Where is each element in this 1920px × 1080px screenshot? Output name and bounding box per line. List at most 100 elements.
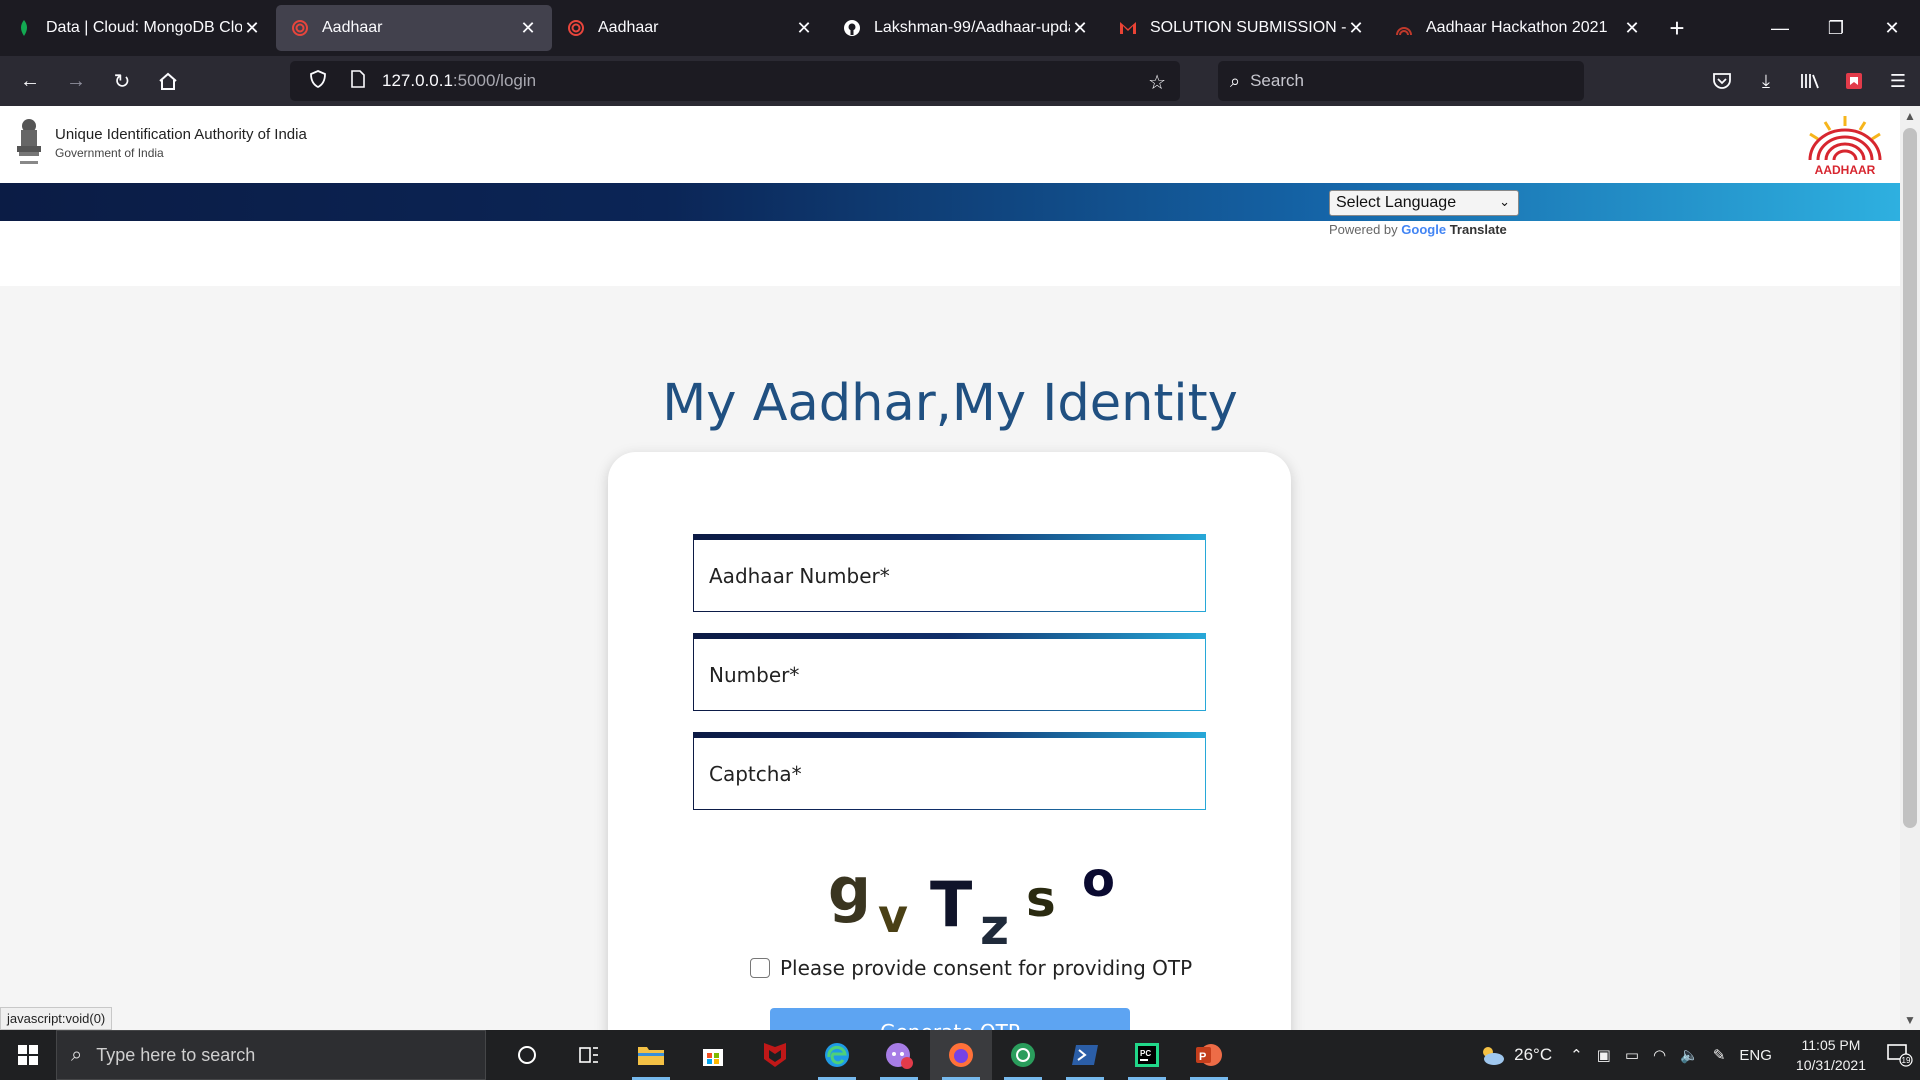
home-icon[interactable] — [146, 61, 190, 101]
url-bar[interactable]: 127.0.0.1:5000/login ☆ — [290, 61, 1180, 101]
reload-icon[interactable]: ↻ — [100, 61, 144, 101]
tray-overflow-icon[interactable]: ⌃ — [1570, 1046, 1583, 1064]
tab-title: Aadhaar — [598, 19, 659, 36]
notification-center-icon[interactable]: 19 — [1880, 1043, 1920, 1067]
close-icon[interactable]: ✕ — [1622, 18, 1642, 39]
edge-icon[interactable] — [806, 1030, 868, 1080]
windows-start-icon[interactable] — [0, 1030, 56, 1080]
tab-aadhaar[interactable]: Aadhaar ✕ — [552, 5, 828, 51]
captcha-char: v — [878, 889, 908, 943]
aadhaar-icon — [292, 20, 308, 36]
discord-icon[interactable] — [868, 1030, 930, 1080]
weather-cloud-icon — [1483, 1047, 1505, 1065]
close-window-icon[interactable]: ✕ — [1864, 0, 1920, 56]
header-gradient-band — [0, 183, 1900, 221]
tab-mongodb[interactable]: Data | Cloud: MongoDB Cloud ✕ — [0, 5, 276, 51]
page-info-icon[interactable] — [346, 69, 370, 93]
generate-otp-button[interactable]: Generate OTP — [770, 1008, 1130, 1030]
close-icon[interactable]: ✕ — [1346, 18, 1366, 39]
taskbar-clock[interactable]: 11:05 PM 10/31/2021 — [1796, 1035, 1866, 1075]
meet-now-icon[interactable]: ▣ — [1597, 1046, 1611, 1064]
svg-text:PC: PC — [1140, 1049, 1151, 1058]
aadhaar-number-placeholder: Aadhaar Number* — [709, 564, 890, 588]
google-wordmark[interactable]: Google — [1401, 222, 1446, 237]
download-icon[interactable]: ⤓ — [1744, 61, 1788, 101]
cortana-icon[interactable] — [496, 1030, 558, 1080]
tab-github[interactable]: Lakshman-99/Aadhaar-update ✕ — [828, 5, 1104, 51]
page-scrollbar[interactable]: ▲ ▼ — [1900, 106, 1920, 1030]
shield-icon[interactable] — [306, 69, 330, 93]
menu-icon[interactable]: ☰ — [1876, 61, 1920, 101]
language-select-value: Select Language — [1336, 194, 1457, 211]
consent-checkbox[interactable] — [750, 958, 770, 978]
page-viewport: Unique Identification Authority of India… — [0, 106, 1900, 1030]
firefox-icon[interactable] — [930, 1030, 992, 1080]
captcha-char: T — [930, 868, 972, 941]
weather-widget[interactable]: 26°C — [1478, 1044, 1552, 1066]
taskbar-search-placeholder: Type here to search — [96, 1044, 256, 1065]
org-name: Unique Identification Authority of India — [55, 126, 307, 143]
aadhaar-number-input[interactable]: Aadhaar Number* — [693, 534, 1206, 612]
bookmark-star-icon[interactable]: ☆ — [1148, 70, 1166, 95]
scrollbar-thumb[interactable] — [1903, 128, 1917, 828]
scroll-up-icon[interactable]: ▲ — [1900, 106, 1920, 126]
powered-by-google: Powered by Google Translate — [1329, 222, 1507, 237]
extension-icon[interactable] — [1832, 61, 1876, 101]
consent-label: Please provide consent for providing OTP — [780, 956, 1193, 980]
powershell-icon[interactable] — [1054, 1030, 1116, 1080]
pocket-icon[interactable] — [1700, 61, 1744, 101]
captcha-image: g v T z s o — [828, 860, 1115, 952]
tab-aadhaar-active[interactable]: Aadhaar ✕ — [276, 5, 552, 51]
svg-text:P: P — [1199, 1051, 1206, 1063]
chatgpt-like-icon[interactable] — [992, 1030, 1054, 1080]
minimize-icon[interactable]: — — [1752, 0, 1808, 56]
chevron-down-icon: ⌄ — [1499, 194, 1510, 209]
back-icon[interactable]: ← — [8, 61, 52, 101]
search-icon: ⌕ — [71, 1043, 83, 1066]
close-icon[interactable]: ✕ — [242, 18, 262, 39]
mcafee-icon[interactable] — [744, 1030, 806, 1080]
file-explorer-icon[interactable] — [620, 1030, 682, 1080]
url-host: 127.0.0.1 — [382, 71, 453, 90]
forward-icon[interactable]: → — [54, 61, 98, 101]
input-language[interactable]: ENG — [1739, 1047, 1772, 1064]
captcha-input[interactable]: Captcha* — [693, 732, 1206, 810]
library-icon[interactable] — [1788, 61, 1832, 101]
battery-icon[interactable]: ▭ — [1625, 1046, 1639, 1064]
pen-icon[interactable]: ✎ — [1713, 1046, 1726, 1064]
close-icon[interactable]: ✕ — [518, 18, 538, 39]
scroll-down-icon[interactable]: ▼ — [1900, 1010, 1920, 1030]
login-card: Aadhaar Number* Number* Captcha* g v T z… — [608, 452, 1291, 1030]
tab-strip: Data | Cloud: MongoDB Cloud ✕ Aadhaar ✕ … — [0, 0, 1920, 56]
taskbar-search-box[interactable]: ⌕ Type here to search — [56, 1030, 486, 1080]
translate-link[interactable]: Translate — [1450, 222, 1507, 237]
site-header: Unique Identification Authority of India… — [0, 106, 1900, 183]
tab-title: SOLUTION SUBMISSION - slake — [1150, 19, 1346, 36]
windows-taskbar: ⌕ Type here to search PC P 26°C ⌃ ▣ ▭ ◠ … — [0, 1030, 1920, 1080]
mobile-number-input[interactable]: Number* — [693, 633, 1206, 711]
mongodb-leaf-icon — [16, 20, 32, 36]
new-tab-button[interactable]: + — [1656, 5, 1698, 51]
captcha-char: o — [1082, 860, 1115, 908]
browser-search-bar[interactable]: ⌕ Search — [1218, 61, 1584, 101]
pycharm-icon[interactable]: PC — [1116, 1030, 1178, 1080]
language-select[interactable]: Select Language ⌄ — [1329, 190, 1519, 216]
gmail-icon — [1120, 20, 1136, 36]
mobile-number-placeholder: Number* — [709, 663, 800, 687]
powerpoint-icon[interactable]: P — [1178, 1030, 1240, 1080]
tab-hackathon[interactable]: Aadhaar Hackathon 2021 ✕ — [1380, 5, 1656, 51]
wifi-icon[interactable]: ◠ — [1653, 1046, 1666, 1064]
task-view-icon[interactable] — [558, 1030, 620, 1080]
taskbar-apps: PC P — [496, 1030, 1240, 1080]
store-icon[interactable] — [682, 1030, 744, 1080]
translate-strip — [0, 221, 1900, 286]
tab-title: Lakshman-99/Aadhaar-update — [874, 19, 1070, 36]
restore-icon[interactable]: ❐ — [1808, 0, 1864, 56]
close-icon[interactable]: ✕ — [1070, 18, 1090, 39]
search-placeholder: Search — [1250, 71, 1304, 90]
volume-icon[interactable]: 🔈 — [1680, 1046, 1699, 1064]
tab-gmail[interactable]: SOLUTION SUBMISSION - slake ✕ — [1104, 5, 1380, 51]
tab-title: Aadhaar — [322, 19, 383, 36]
close-icon[interactable]: ✕ — [794, 18, 814, 39]
tab-title: Data | Cloud: MongoDB Cloud — [46, 19, 242, 36]
